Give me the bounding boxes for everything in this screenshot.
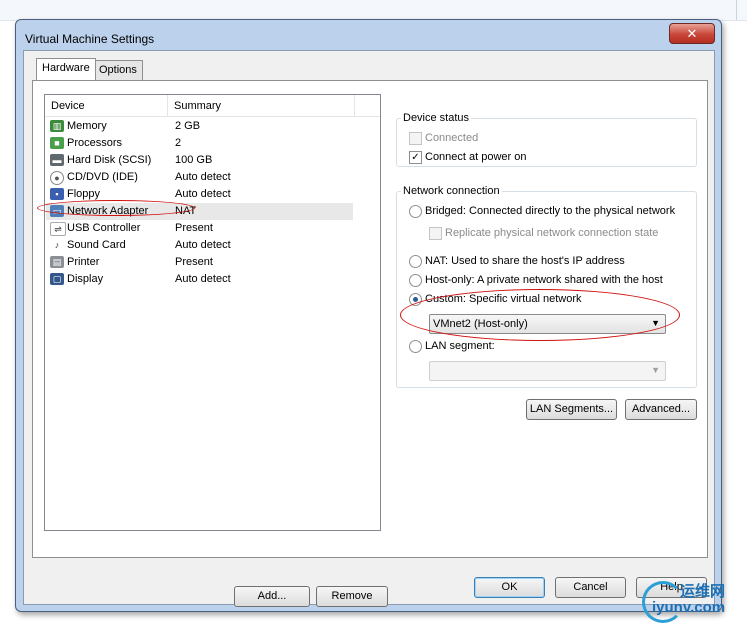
floppy-icon: ▪ <box>50 188 64 200</box>
lan-segment-label: LAN segment: <box>425 340 495 352</box>
window-title: Virtual Machine Settings <box>25 32 155 46</box>
cd-dvd-icon: ● <box>50 171 64 185</box>
lan-segment-radio[interactable] <box>409 340 422 353</box>
device-row-hard-disk[interactable]: ▬ Hard Disk (SCSI) 100 GB <box>46 152 353 169</box>
lan-segment-select[interactable]: ▼ <box>429 361 666 381</box>
printer-icon: ▤ <box>50 256 64 268</box>
hard-disk-icon: ▬ <box>50 154 64 166</box>
replicate-state-label: Replicate physical network connection st… <box>445 227 659 239</box>
hardware-tab-panel: Device Summary ▥ Memory 2 GB ■ Processor… <box>32 80 708 607</box>
device-row-usb-controller[interactable]: ⇌ USB Controller Present <box>46 220 353 237</box>
device-list-header: Device Summary <box>45 95 380 117</box>
tab-hardware[interactable]: Hardware <box>36 58 96 80</box>
nat-label: NAT: Used to share the host's IP address <box>425 255 625 267</box>
column-header-summary[interactable]: Summary <box>174 100 221 112</box>
connected-checkbox[interactable] <box>409 132 422 145</box>
lan-segments-button[interactable]: LAN Segments... <box>526 399 617 420</box>
host-only-radio[interactable] <box>409 274 422 287</box>
device-row-memory[interactable]: ▥ Memory 2 GB <box>46 118 353 135</box>
usb-icon: ⇌ <box>50 222 66 236</box>
tab-options[interactable]: Options <box>93 60 143 80</box>
processor-icon: ■ <box>50 137 64 149</box>
cancel-button[interactable]: Cancel <box>555 577 626 598</box>
host-only-label: Host-only: A private network shared with… <box>425 274 663 286</box>
display-icon: ▢ <box>50 273 64 285</box>
bridged-radio[interactable] <box>409 205 422 218</box>
replicate-state-checkbox[interactable] <box>429 227 442 240</box>
network-connection-title: Network connection <box>401 185 502 197</box>
annotation-ellipse-network-adapter <box>37 200 195 216</box>
add-button[interactable]: Add... <box>234 586 310 607</box>
device-status-title: Device status <box>401 112 472 124</box>
device-row-display[interactable]: ▢ Display Auto detect <box>46 271 353 288</box>
watermark: 运维网 iyunv.com <box>640 577 747 625</box>
watermark-cn: 运维网 <box>680 583 726 600</box>
ok-button[interactable]: OK <box>474 577 545 598</box>
dialog-client-area: Hardware Options Device Summary ▥ Memory… <box>23 50 715 607</box>
advanced-button[interactable]: Advanced... <box>625 399 697 420</box>
background-strip <box>0 0 747 21</box>
bridged-label: Bridged: Connected directly to the physi… <box>425 205 676 217</box>
watermark-en: iyunv.com <box>652 599 726 616</box>
sound-card-icon: ♪ <box>50 239 64 251</box>
dialog-window: Virtual Machine Settings ✕ Hardware Opti… <box>15 19 722 612</box>
nat-radio[interactable] <box>409 255 422 268</box>
device-row-printer[interactable]: ▤ Printer Present <box>46 254 353 271</box>
connect-at-power-on-checkbox[interactable]: ✓ <box>409 151 422 164</box>
connected-label: Connected <box>425 132 479 144</box>
close-button[interactable]: ✕ <box>669 23 715 44</box>
annotation-ellipse-custom-network <box>400 289 680 341</box>
chevron-down-icon: ▼ <box>651 365 660 375</box>
remove-button[interactable]: Remove <box>316 586 388 607</box>
device-row-cd-dvd[interactable]: ● CD/DVD (IDE) Auto detect <box>46 169 353 186</box>
memory-icon: ▥ <box>50 120 64 132</box>
device-list[interactable]: Device Summary ▥ Memory 2 GB ■ Processor… <box>37 94 381 531</box>
device-row-sound-card[interactable]: ♪ Sound Card Auto detect <box>46 237 353 254</box>
connect-at-power-on-label: Connect at power on <box>425 151 527 163</box>
column-header-device[interactable]: Device <box>51 100 85 112</box>
device-row-processors[interactable]: ■ Processors 2 <box>46 135 353 152</box>
